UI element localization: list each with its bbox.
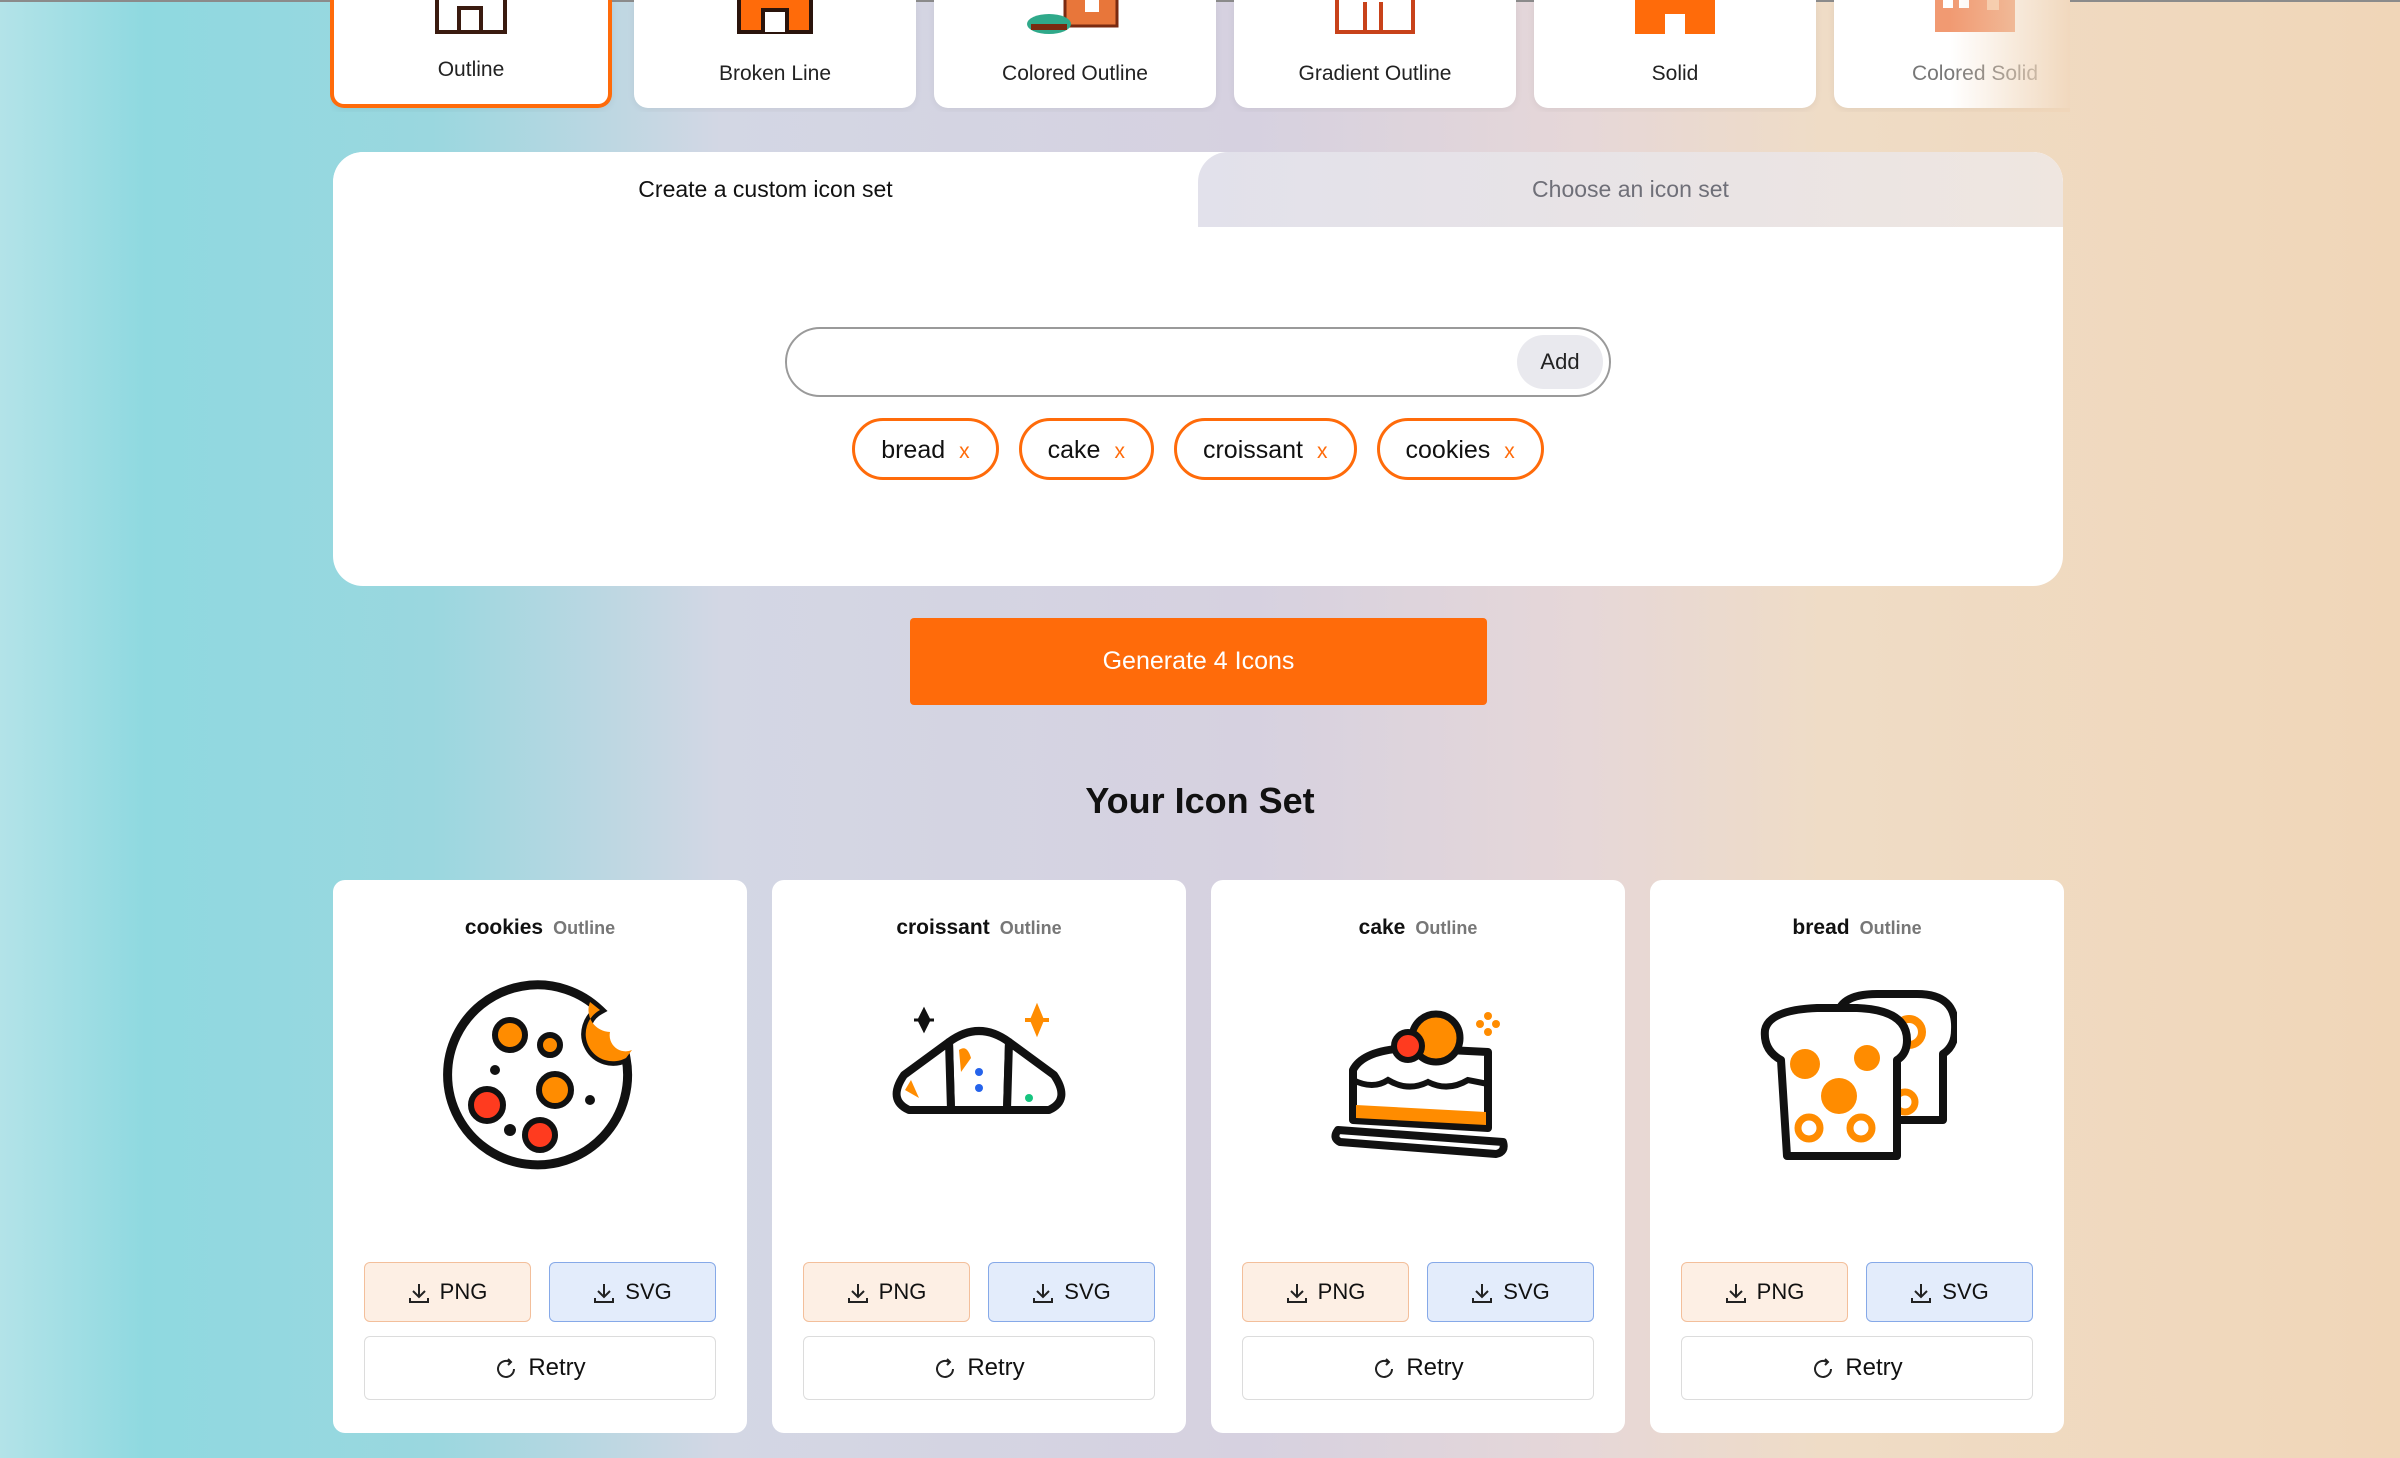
tag-list: bread x cake x croissant x cookies x <box>333 418 2063 480</box>
refresh-icon <box>497 1357 516 1378</box>
icon-card-cookies: cookies Outline PNG SVG Retry <box>333 880 747 1433</box>
card-header: cake Outline <box>1211 916 1625 940</box>
cookie-icon <box>443 980 633 1170</box>
house-gradient-outline-icon <box>1335 0 1415 34</box>
icon-name-input[interactable] <box>811 339 1495 389</box>
download-svg-button[interactable]: SVG <box>988 1262 1155 1322</box>
download-svg-button[interactable]: SVG <box>1866 1262 2033 1322</box>
bread-icon <box>1760 990 1957 1160</box>
download-icon <box>1725 1284 1746 1304</box>
card-header: bread Outline <box>1650 916 2064 940</box>
download-icon <box>408 1284 429 1304</box>
card-header: croissant Outline <box>772 916 1186 940</box>
tag-label: cake <box>1047 436 1101 464</box>
style-tab-outline[interactable]: Outline <box>330 0 612 108</box>
icon-name-input-wrapper: Add <box>785 327 1611 397</box>
house-colored-outline-icon <box>1027 0 1119 34</box>
refresh-icon <box>1375 1357 1394 1378</box>
icon-card-bread: bread Outline PNG SVG Retry <box>1650 880 2064 1433</box>
remove-tag-button[interactable]: x <box>1504 440 1515 463</box>
download-svg-button[interactable]: SVG <box>549 1262 716 1322</box>
download-svg-button[interactable]: SVG <box>1427 1262 1594 1322</box>
strip-fade <box>1950 0 2070 112</box>
download-icon <box>594 1284 615 1304</box>
icon-style: Outline <box>553 918 616 938</box>
retry-label: Retry <box>1406 1354 1464 1381</box>
download-icon <box>1286 1284 1307 1304</box>
remove-tag-button[interactable]: x <box>1114 440 1125 463</box>
tag-cookies: cookies x <box>1376 418 1544 480</box>
house-outline-icon <box>435 0 507 34</box>
style-tab-gradient-outline[interactable]: Gradient Outline <box>1234 0 1516 108</box>
style-tab-label: Gradient Outline <box>1298 62 1452 85</box>
svg-label: SVG <box>625 1279 672 1304</box>
style-tab-label: Colored Outline <box>1002 62 1148 85</box>
icon-name: cake <box>1358 916 1406 939</box>
retry-label: Retry <box>1845 1354 1903 1381</box>
icon-set-panel: Create a custom icon set Choose an icon … <box>333 152 2063 586</box>
download-icon <box>847 1284 868 1304</box>
icon-name: cookies <box>464 916 544 939</box>
card-header: cookies Outline <box>333 916 747 940</box>
house-broken-line-icon <box>737 0 813 34</box>
download-icon <box>1472 1284 1493 1304</box>
retry-button[interactable]: Retry <box>803 1336 1155 1400</box>
tab-choose-icon-set[interactable]: Choose an icon set <box>1198 152 2063 227</box>
tag-croissant: croissant x <box>1173 418 1357 480</box>
png-label: PNG <box>878 1279 927 1304</box>
remove-tag-button[interactable]: x <box>1317 440 1328 463</box>
svg-label: SVG <box>1942 1279 1989 1304</box>
style-tabs: Outline Broken Line Colored Outline Grad… <box>330 0 2070 112</box>
retry-button[interactable]: Retry <box>1242 1336 1594 1400</box>
house-solid-icon <box>1635 0 1715 34</box>
cake-icon <box>1331 1010 1508 1158</box>
style-tab-label: Broken Line <box>718 62 832 85</box>
remove-tag-button[interactable]: x <box>959 440 970 463</box>
tag-label: croissant <box>1202 436 1304 464</box>
download-icon <box>1033 1284 1054 1304</box>
style-tab-solid[interactable]: Solid <box>1534 0 1816 108</box>
download-png-button[interactable]: PNG <box>1681 1262 1848 1322</box>
icon-style: Outline <box>1859 918 1922 938</box>
png-label: PNG <box>1317 1279 1366 1304</box>
download-png-button[interactable]: PNG <box>1242 1262 1409 1322</box>
retry-button[interactable]: Retry <box>1681 1336 2033 1400</box>
generate-icons-button[interactable]: Generate 4 Icons <box>910 618 1487 705</box>
style-tab-colored-outline[interactable]: Colored Outline <box>934 0 1216 108</box>
tag-label: cookies <box>1405 436 1491 464</box>
retry-button[interactable]: Retry <box>364 1336 716 1400</box>
tab-create-custom-icon-set[interactable]: Create a custom icon set <box>333 152 1198 227</box>
icon-name: bread <box>1792 916 1850 939</box>
svg-label: SVG <box>1503 1279 1550 1304</box>
section-title: Your Icon Set <box>1085 780 1315 821</box>
tag-label: bread <box>881 436 946 464</box>
png-label: PNG <box>439 1279 488 1304</box>
style-tab-label: Outline <box>437 58 505 81</box>
refresh-icon <box>936 1357 955 1378</box>
svg-label: SVG <box>1064 1279 1111 1304</box>
download-icon <box>1911 1284 1932 1304</box>
tag-bread: bread x <box>852 418 999 480</box>
icon-card-cake: cake Outline PNG SVG Retry <box>1211 880 1625 1433</box>
png-label: PNG <box>1756 1279 1805 1304</box>
retry-label: Retry <box>528 1354 586 1381</box>
croissant-icon <box>892 1002 1066 1114</box>
refresh-icon <box>1814 1357 1833 1378</box>
download-png-button[interactable]: PNG <box>803 1262 970 1322</box>
icon-card-croissant: croissant Outline PNG SVG Retry <box>772 880 1186 1433</box>
icon-style: Outline <box>1415 918 1478 938</box>
style-tab-label: Solid <box>1651 62 1699 85</box>
icon-name: croissant <box>896 916 990 939</box>
icon-style: Outline <box>999 918 1062 938</box>
style-tab-broken-line[interactable]: Broken Line <box>634 0 916 108</box>
tag-cake: cake x <box>1018 418 1154 480</box>
add-button[interactable]: Add <box>1517 335 1603 389</box>
download-png-button[interactable]: PNG <box>364 1262 531 1322</box>
retry-label: Retry <box>967 1354 1025 1381</box>
